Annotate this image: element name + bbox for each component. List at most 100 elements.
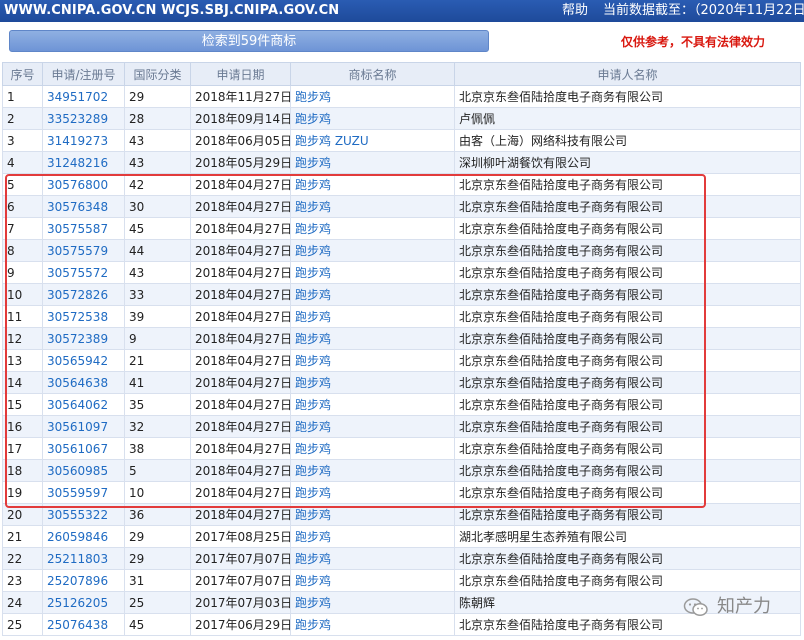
table-row: 17 30561067 38 2018年04月27日 跑步鸡 北京京东叁佰陆拾度电子商务有… [2, 437, 801, 460]
registration-number-link[interactable]: 30560985 [47, 464, 108, 478]
cell-trademark-name: 跑步鸡 [290, 371, 455, 394]
cell-application-date: 2018年04月27日 [190, 459, 291, 482]
cell-application-date: 2017年06月29日 [190, 613, 291, 636]
registration-number-link[interactable]: 30561067 [47, 442, 108, 456]
registration-number-link[interactable]: 30564638 [47, 376, 108, 390]
trademark-name-link[interactable]: 跑步鸡 [295, 486, 331, 500]
registration-number-link[interactable]: 30572826 [47, 288, 108, 302]
search-result-bar[interactable]: 检索到59件商标 [9, 30, 489, 52]
cell-registration-number: 26059846 [42, 525, 125, 548]
cell-trademark-name: 跑步鸡 [290, 459, 455, 482]
cell-row-number: 12 [2, 327, 43, 350]
registration-number-link[interactable]: 30565942 [47, 354, 108, 368]
registration-number-link[interactable]: 30575572 [47, 266, 108, 280]
cell-registration-number: 25207896 [42, 569, 125, 592]
cell-class-number: 36 [124, 503, 191, 526]
trademark-name-link[interactable]: 跑步鸡 [295, 398, 331, 412]
trademark-name-link[interactable]: 跑步鸡 [295, 222, 331, 236]
trademark-name-link[interactable]: 跑步鸡 [295, 464, 331, 478]
registration-number-link[interactable]: 30572538 [47, 310, 108, 324]
registration-number-link[interactable]: 30576800 [47, 178, 108, 192]
cell-applicant-name: 北京京东叁佰陆拾度电子商务有限公司 [454, 459, 801, 482]
trademark-name-link[interactable]: 跑步鸡 [295, 200, 331, 214]
table-row: 7 30575587 45 2018年04月27日 跑步鸡 北京京东叁佰陆拾度电子商务有限… [2, 217, 801, 240]
registration-number-link[interactable]: 25126205 [47, 596, 108, 610]
cell-trademark-name: 跑步鸡 ZUZU [290, 129, 455, 152]
registration-number-link[interactable]: 31248216 [47, 156, 108, 170]
trademark-name-link[interactable]: 跑步鸡 [295, 376, 331, 390]
registration-number-link[interactable]: 25211803 [47, 552, 108, 566]
cell-row-number: 25 [2, 613, 43, 636]
trademark-name-link[interactable]: 跑步鸡 [295, 354, 331, 368]
registration-number-link[interactable]: 30575579 [47, 244, 108, 258]
trademark-name-link[interactable]: 跑步鸡 [295, 618, 331, 632]
cell-trademark-name: 跑步鸡 [290, 525, 455, 548]
trademark-name-link[interactable]: 跑步鸡 [295, 420, 331, 434]
cell-trademark-name: 跑步鸡 [290, 569, 455, 592]
cell-class-number: 38 [124, 437, 191, 460]
trademark-name-link[interactable]: 跑步鸡 [295, 244, 331, 258]
wechat-icon [683, 598, 708, 617]
cell-application-date: 2018年05月29日 [190, 151, 291, 174]
cell-row-number: 5 [2, 173, 43, 196]
table-row: 8 30575579 44 2018年04月27日 跑步鸡 北京京东叁佰陆拾度电子商务有限… [2, 239, 801, 262]
trademark-name-link[interactable]: 跑步鸡 [295, 508, 331, 522]
help-link[interactable]: 帮助 [562, 0, 588, 22]
cell-registration-number: 30559597 [42, 481, 125, 504]
table-row: 12 30572389 9 2018年04月27日 跑步鸡 北京京东叁佰陆拾度电子商务有限… [2, 327, 801, 350]
cell-application-date: 2018年04月27日 [190, 415, 291, 438]
column-header: 申请/注册号 [42, 62, 125, 86]
cell-application-date: 2018年04月27日 [190, 283, 291, 306]
cell-trademark-name: 跑步鸡 [290, 107, 455, 130]
trademark-name-link[interactable]: 跑步鸡 [295, 310, 331, 324]
trademark-name-link[interactable]: 跑步鸡 [295, 112, 331, 126]
cell-trademark-name: 跑步鸡 [290, 613, 455, 636]
cell-row-number: 21 [2, 525, 43, 548]
trademark-name-link[interactable]: 跑步鸡 [295, 530, 331, 544]
table-row: 18 30560985 5 2018年04月27日 跑步鸡 北京京东叁佰陆拾度电子商务有限… [2, 459, 801, 482]
trademark-name-link[interactable]: 跑步鸡 [295, 90, 331, 104]
trademark-name-link[interactable]: 跑步鸡 [295, 332, 331, 346]
cell-row-number: 8 [2, 239, 43, 262]
trademark-name-link[interactable]: 跑步鸡 ZUZU [295, 134, 369, 148]
registration-number-link[interactable]: 30559597 [47, 486, 108, 500]
table-row: 21 26059846 29 2017年08月25日 跑步鸡 湖北孝感明星生态养殖有限公司 [2, 525, 801, 548]
cell-applicant-name: 北京京东叁佰陆拾度电子商务有限公司 [454, 305, 801, 328]
trademark-name-link[interactable]: 跑步鸡 [295, 156, 331, 170]
cell-application-date: 2018年04月27日 [190, 217, 291, 240]
cell-class-number: 10 [124, 481, 191, 504]
registration-number-link[interactable]: 25207896 [47, 574, 108, 588]
registration-number-link[interactable]: 33523289 [47, 112, 108, 126]
registration-number-link[interactable]: 25076438 [47, 618, 108, 632]
cell-registration-number: 31419273 [42, 129, 125, 152]
registration-number-link[interactable]: 30564062 [47, 398, 108, 412]
table-row: 2 33523289 28 2018年09月14日 跑步鸡 卢佩佩 [2, 107, 801, 130]
watermark: 知产力 [683, 595, 771, 619]
cell-row-number: 18 [2, 459, 43, 482]
cell-class-number: 5 [124, 459, 191, 482]
registration-number-link[interactable]: 30572389 [47, 332, 108, 346]
data-date-label: 当前数据截至：（2020年11月22日） [603, 3, 804, 18]
cell-registration-number: 30576800 [42, 173, 125, 196]
registration-number-link[interactable]: 30575587 [47, 222, 108, 236]
column-header: 商标名称 [290, 62, 455, 86]
trademark-name-link[interactable]: 跑步鸡 [295, 552, 331, 566]
cell-class-number: 28 [124, 107, 191, 130]
table-row: 13 30565942 21 2018年04月27日 跑步鸡 北京京东叁佰陆拾度电子商务有… [2, 349, 801, 372]
registration-number-link[interactable]: 34951702 [47, 90, 108, 104]
registration-number-link[interactable]: 26059846 [47, 530, 108, 544]
trademark-name-link[interactable]: 跑步鸡 [295, 288, 331, 302]
trademark-name-link[interactable]: 跑步鸡 [295, 266, 331, 280]
table-row: 3 31419273 43 2018年06月05日 跑步鸡 ZUZU 由客（上海）网络科技… [2, 129, 801, 152]
trademark-name-link[interactable]: 跑步鸡 [295, 178, 331, 192]
cell-row-number: 1 [2, 85, 43, 108]
cell-registration-number: 34951702 [42, 85, 125, 108]
registration-number-link[interactable]: 30561097 [47, 420, 108, 434]
registration-number-link[interactable]: 31419273 [47, 134, 108, 148]
trademark-name-link[interactable]: 跑步鸡 [295, 574, 331, 588]
registration-number-link[interactable]: 30555322 [47, 508, 108, 522]
trademark-name-link[interactable]: 跑步鸡 [295, 442, 331, 456]
cell-row-number: 3 [2, 129, 43, 152]
registration-number-link[interactable]: 30576348 [47, 200, 108, 214]
trademark-name-link[interactable]: 跑步鸡 [295, 596, 331, 610]
